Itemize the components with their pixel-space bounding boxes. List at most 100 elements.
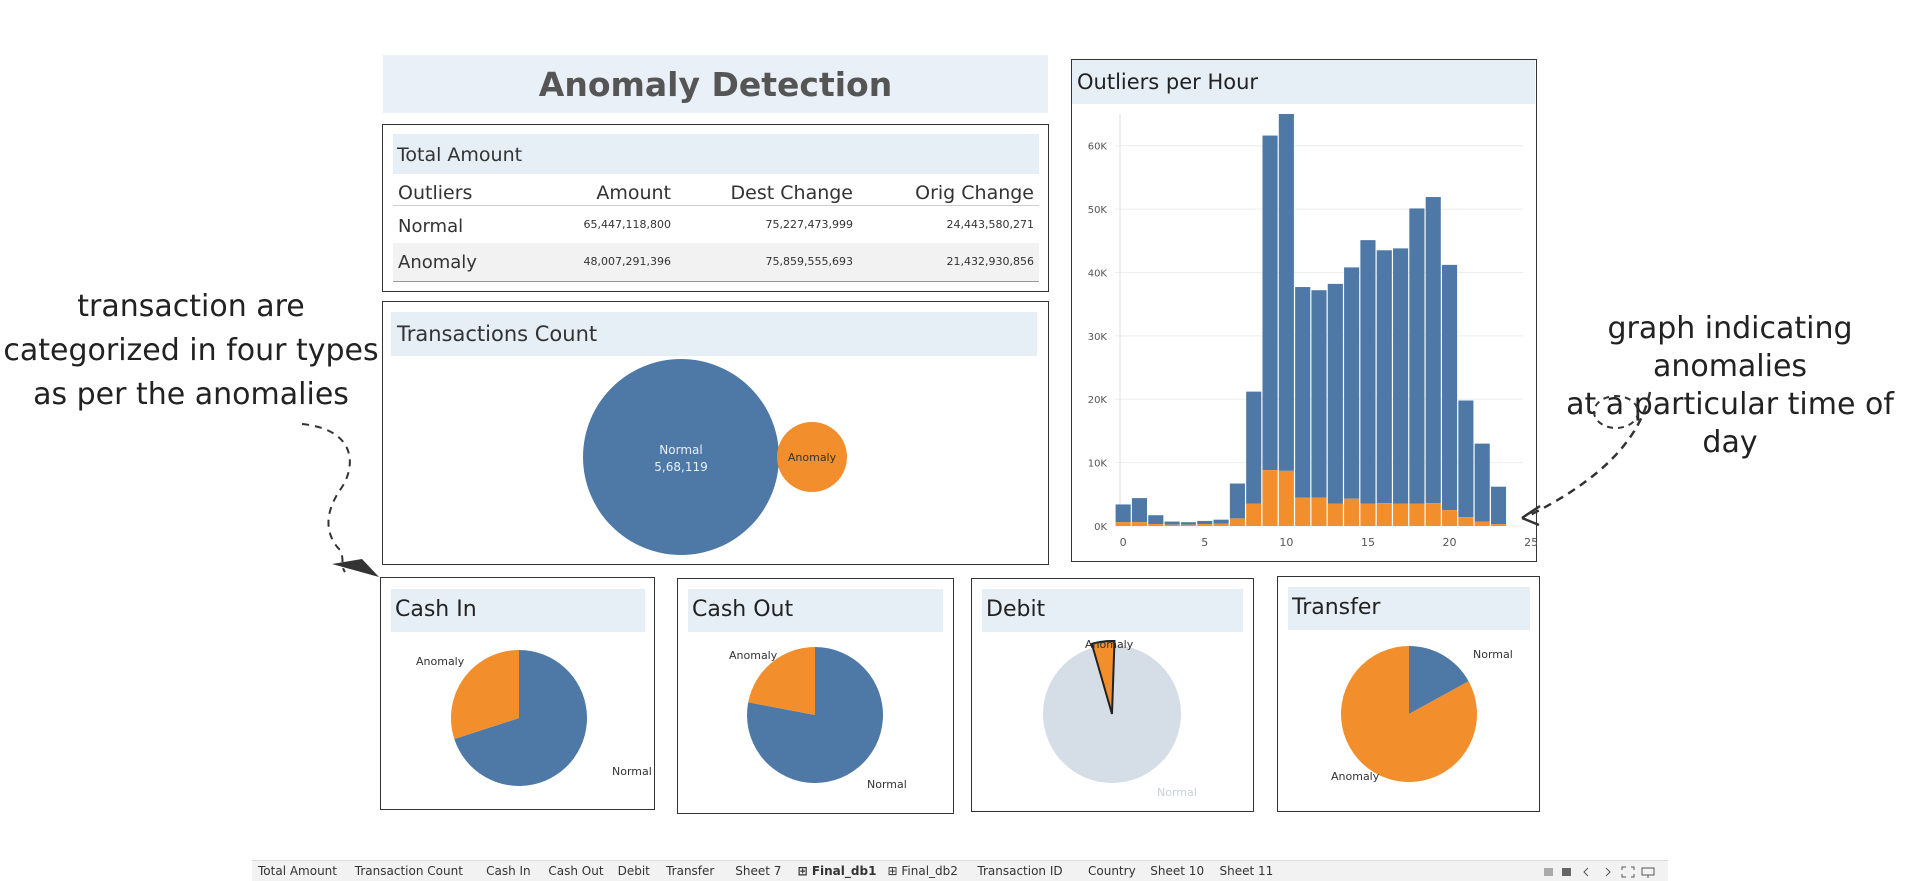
anomaly-bar — [1425, 503, 1441, 526]
fullscreen-icon[interactable] — [1621, 866, 1635, 878]
normal-bar — [1376, 250, 1392, 504]
sheet-tab-cash-out[interactable]: Cash Out — [548, 864, 603, 878]
cash-in-pie: Anomaly Normal — [416, 650, 652, 786]
table-header-divider — [393, 205, 1039, 206]
sheet-tab-transfer[interactable]: Transfer — [666, 864, 714, 878]
normal-bar — [1295, 287, 1311, 498]
normal-bubble-label: Normal — [659, 443, 702, 457]
anomaly-bar — [1490, 524, 1507, 526]
bubble-chart: Normal 5,68,119 Anomaly — [583, 359, 847, 555]
right-annotation-line-1: graph indicating anomalies — [1607, 311, 1853, 384]
anomaly-bar — [1115, 522, 1131, 526]
list-view-icon[interactable] — [1562, 868, 1571, 876]
anomaly-bar — [1164, 524, 1180, 526]
y-tick-label: 20K — [1088, 395, 1108, 406]
anomaly-bubble-label: Anomaly — [788, 451, 837, 464]
anomaly-bar — [1229, 518, 1245, 526]
anomaly-bar — [1131, 522, 1148, 526]
left-annotation-line-3: as per the anomalies — [33, 377, 349, 412]
normal-bar — [1262, 135, 1278, 471]
pie-label-anomaly: Anomaly — [416, 655, 465, 668]
left-annotation: transaction are categorized in four type… — [0, 285, 382, 417]
sheet-tab-transaction-count[interactable]: Transaction Count — [355, 864, 463, 878]
x-tick-label: 25 — [1524, 536, 1537, 549]
pie-label-anomaly: Anomaly — [729, 649, 778, 662]
row-anomaly-orig: 21,432,930,856 — [946, 255, 1034, 268]
right-annotation: graph indicating anomalies at a particul… — [1540, 310, 1920, 462]
sheet-tab-final-db2[interactable]: ⊞ Final_db2 — [888, 864, 958, 878]
total-amount-title: Total Amount — [397, 144, 523, 166]
y-tick-label: 50K — [1088, 205, 1108, 216]
right-annotation-line-2: at a particular time of day — [1566, 387, 1894, 460]
sheet-tab-total-amount[interactable]: Total Amount — [258, 864, 337, 878]
anomaly-bar — [1409, 503, 1425, 526]
total-amount-header: Total Amount — [393, 134, 1039, 174]
sheet-nav-controls[interactable] — [1540, 866, 1660, 878]
x-tick-label: 15 — [1361, 536, 1375, 549]
sheet-tab-sheet-10[interactable]: Sheet 10 — [1150, 864, 1204, 878]
row-normal-dest: 75,227,473,999 — [765, 218, 853, 231]
y-tick-label: 30K — [1088, 332, 1108, 343]
normal-bar — [1115, 504, 1131, 523]
x-tick-label: 5 — [1201, 536, 1208, 549]
normal-bar — [1213, 519, 1229, 524]
anomaly-bar — [1262, 470, 1278, 526]
normal-bar — [1442, 264, 1458, 511]
left-annotation-arrow — [301, 423, 351, 573]
y-tick-label: 0K — [1094, 522, 1107, 533]
pie-label-normal: Normal — [1473, 648, 1513, 661]
col-outliers: Outliers — [398, 182, 473, 204]
anomaly-bar — [1278, 470, 1294, 526]
sheet-tab-sheet-7[interactable]: Sheet 7 — [735, 864, 781, 878]
normal-bar — [1197, 520, 1213, 525]
row-anomaly-amount: 48,007,291,396 — [583, 255, 671, 268]
row-normal-amount: 65,447,118,800 — [583, 218, 671, 231]
normal-bar — [1278, 114, 1294, 471]
col-amount: Amount — [596, 182, 671, 204]
normal-bar — [1327, 283, 1343, 504]
x-tick-label: 0 — [1120, 536, 1127, 549]
normal-bar — [1360, 240, 1376, 504]
row-anomaly-label: Anomaly — [398, 252, 477, 273]
normal-bar — [1148, 515, 1164, 525]
normal-bar — [1344, 267, 1360, 499]
outliers-title: Outliers per Hour — [1077, 70, 1259, 94]
outliers-histogram: 0K 10K 20K 30K 40K 50K 60K 0 5 10 15 20 25 — [1088, 114, 1537, 549]
normal-bubble-value: 5,68,119 — [654, 460, 707, 474]
x-tick-label: 20 — [1443, 536, 1457, 549]
anomaly-bar — [1442, 510, 1458, 526]
presentation-icon[interactable] — [1641, 867, 1655, 878]
anomaly-bar — [1376, 503, 1392, 526]
prev-sheet-icon[interactable] — [1583, 867, 1589, 877]
sheet-tab-cash-in[interactable]: Cash In — [486, 864, 531, 878]
normal-bar — [1229, 483, 1245, 519]
pie-label-anomaly: Anomaly — [1085, 638, 1134, 651]
normal-bar — [1409, 208, 1425, 504]
sheet-tab-country[interactable]: Country — [1088, 864, 1136, 878]
anomaly-bar — [1295, 497, 1311, 526]
next-sheet-icon[interactable] — [1605, 867, 1611, 877]
x-tick-label: 10 — [1279, 536, 1293, 549]
normal-bar — [1490, 486, 1507, 525]
grid-view-icon[interactable] — [1544, 868, 1553, 876]
anomaly-bar — [1311, 497, 1327, 526]
anomaly-bar — [1458, 517, 1474, 526]
normal-bubble — [583, 359, 779, 555]
sheet-tab-transaction-id[interactable]: Transaction ID — [977, 864, 1062, 878]
transfer-pie: Anomaly Normal — [1331, 646, 1513, 783]
pie-label-anomaly: Anomaly — [1331, 770, 1380, 783]
left-annotation-line-2: categorized in four types — [3, 333, 379, 368]
pie-label-normal: Normal — [867, 778, 907, 791]
table-bottom-divider — [393, 281, 1039, 282]
y-tick-label: 10K — [1088, 459, 1108, 470]
anomaly-bar — [1393, 503, 1409, 526]
sheet-tab-debit[interactable]: Debit — [618, 864, 650, 878]
pie-label-normal: Normal — [612, 765, 652, 778]
anomaly-bar — [1344, 498, 1360, 526]
sheet-tab-final-db1[interactable]: ⊞ Final_db1 — [798, 864, 877, 878]
sheet-tab-sheet-11[interactable]: Sheet 11 — [1220, 864, 1274, 878]
normal-bar — [1458, 400, 1474, 518]
normal-bar — [1131, 498, 1148, 523]
debit-pie: Anomaly Normal — [1043, 638, 1197, 799]
anomaly-bar — [1213, 523, 1229, 526]
